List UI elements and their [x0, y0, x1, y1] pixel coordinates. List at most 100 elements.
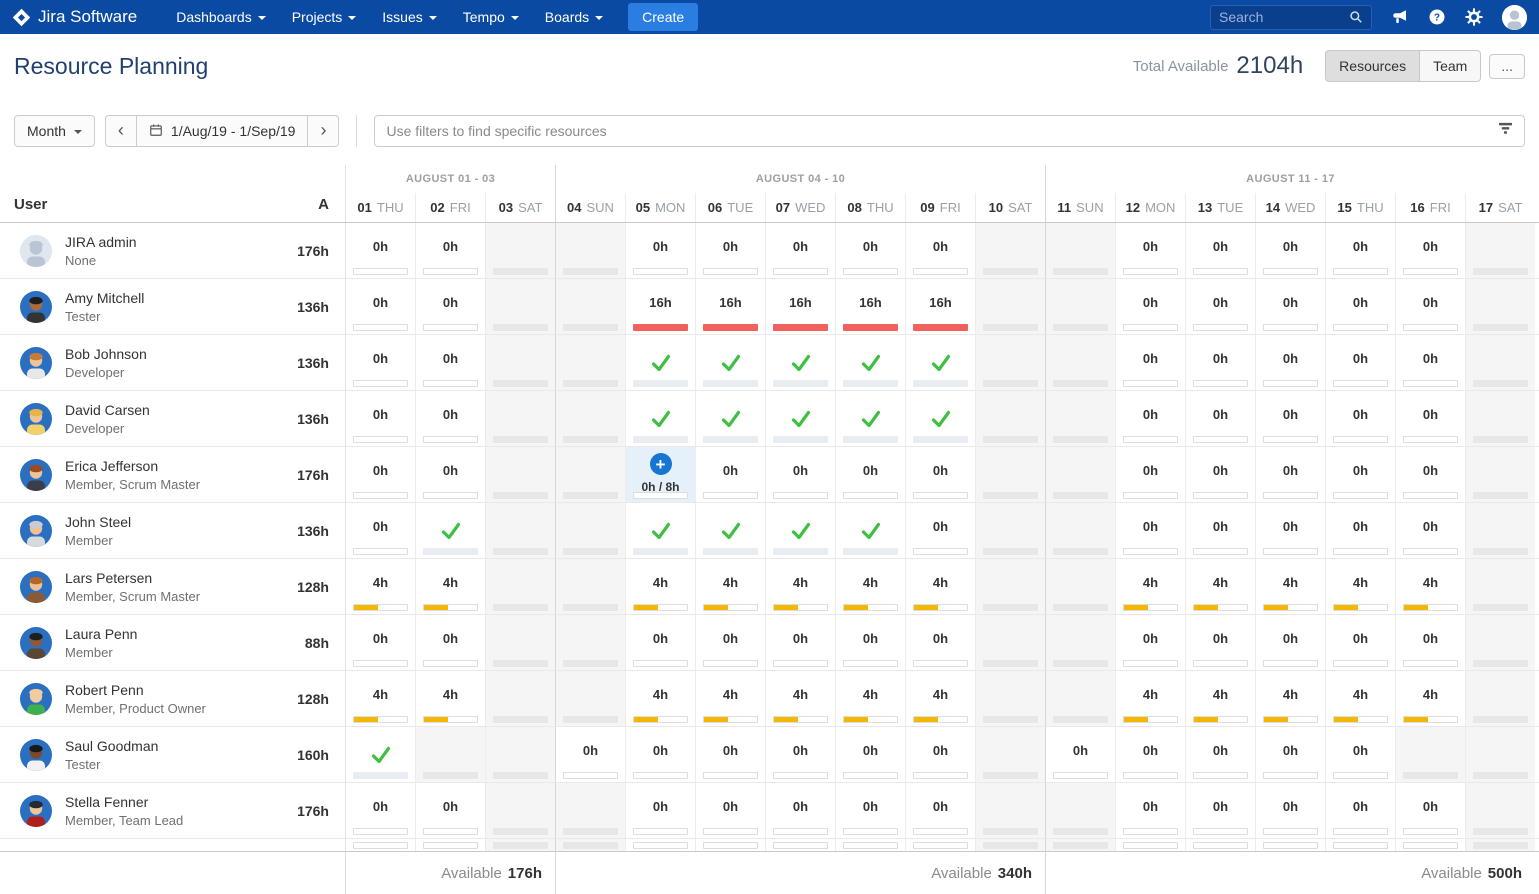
day-cell[interactable]: 0h [765, 447, 835, 502]
profile-avatar[interactable] [1502, 5, 1527, 30]
day-cell[interactable]: 0h [1115, 223, 1185, 278]
day-cell[interactable] [555, 335, 625, 390]
day-cell[interactable]: 4h [1255, 559, 1325, 614]
day-cell[interactable] [555, 783, 625, 838]
day-cell[interactable]: 0h [695, 447, 765, 502]
day-cell[interactable]: 0h [1115, 279, 1185, 334]
day-cell[interactable]: 0h [1115, 727, 1185, 782]
day-cell[interactable]: 4h [1115, 671, 1185, 726]
day-cell[interactable] [485, 615, 555, 670]
day-cell[interactable]: 4h [625, 559, 695, 614]
day-cell[interactable] [1395, 727, 1465, 782]
day-cell[interactable]: 0h [1325, 727, 1395, 782]
day-cell[interactable]: 0h [1325, 279, 1395, 334]
day-cell[interactable] [485, 223, 555, 278]
day-cell[interactable]: 0h [1255, 783, 1325, 838]
day-cell[interactable]: 0h [345, 223, 415, 278]
day-cell[interactable]: 16h [695, 279, 765, 334]
day-cell[interactable]: 0h [835, 223, 905, 278]
day-cell[interactable] [345, 727, 415, 782]
resources-view-button[interactable]: Resources [1325, 50, 1420, 82]
user-cell[interactable]: Laura Penn Member 88h [0, 615, 345, 670]
team-view-button[interactable]: Team [1420, 50, 1481, 82]
day-cell[interactable]: 0h [345, 615, 415, 670]
day-cell[interactable]: 0h [1115, 447, 1185, 502]
user-cell[interactable]: John Steel Member 136h [0, 503, 345, 558]
search-input[interactable] [1219, 9, 1349, 25]
day-cell[interactable]: 0h [1325, 615, 1395, 670]
day-cell[interactable] [975, 671, 1045, 726]
day-cell[interactable] [835, 335, 905, 390]
day-cell[interactable]: 16h [625, 279, 695, 334]
day-cell[interactable]: 0h [1255, 279, 1325, 334]
day-cell[interactable]: 0h [345, 783, 415, 838]
day-cell[interactable]: 0h [1325, 503, 1395, 558]
day-cell[interactable] [555, 503, 625, 558]
day-cell[interactable]: 0h [905, 615, 975, 670]
day-cell[interactable] [975, 223, 1045, 278]
day-cell[interactable] [485, 559, 555, 614]
day-cell[interactable]: 0h [625, 783, 695, 838]
day-cell[interactable] [1465, 671, 1535, 726]
day-cell[interactable]: 0h [1255, 727, 1325, 782]
day-cell[interactable]: 0h [1255, 447, 1325, 502]
day-cell[interactable]: 0h [695, 223, 765, 278]
day-cell[interactable]: 0h [1185, 615, 1255, 670]
day-cell[interactable]: 0h [345, 503, 415, 558]
help-icon[interactable]: ? [1428, 8, 1446, 26]
day-cell[interactable]: 0h [415, 783, 485, 838]
day-cell[interactable]: 0h [835, 727, 905, 782]
day-cell[interactable] [625, 503, 695, 558]
day-cell[interactable] [1465, 447, 1535, 502]
day-cell[interactable] [1045, 223, 1115, 278]
day-cell[interactable]: 0h [1045, 727, 1115, 782]
megaphone-icon[interactable] [1391, 8, 1409, 26]
day-cell[interactable]: 0h [1395, 615, 1465, 670]
user-cell[interactable]: Saul Goodman Tester 160h [0, 727, 345, 782]
day-cell[interactable]: 0h [835, 447, 905, 502]
day-cell[interactable] [555, 223, 625, 278]
day-cell[interactable]: 0h [1325, 783, 1395, 838]
day-cell[interactable] [975, 279, 1045, 334]
jira-logo[interactable]: Jira Software [12, 7, 137, 27]
day-cell[interactable]: 4h [1185, 559, 1255, 614]
period-dropdown[interactable]: Month [14, 115, 95, 147]
day-cell[interactable]: 4h [1255, 671, 1325, 726]
day-cell[interactable]: 0h [1395, 335, 1465, 390]
day-cell[interactable]: 4h [345, 559, 415, 614]
day-cell[interactable]: 0h [1255, 615, 1325, 670]
day-cell[interactable]: 0h [695, 615, 765, 670]
day-cell[interactable]: 0h [1255, 335, 1325, 390]
day-cell[interactable]: 0h [1395, 223, 1465, 278]
day-cell[interactable]: 0h [1325, 447, 1395, 502]
day-cell[interactable]: 0h [415, 223, 485, 278]
day-cell[interactable]: 0h [555, 727, 625, 782]
day-cell[interactable]: 0h [1185, 783, 1255, 838]
day-cell[interactable]: 0h [1185, 503, 1255, 558]
day-cell[interactable]: 0h [1395, 447, 1465, 502]
day-cell[interactable] [625, 391, 695, 446]
day-cell[interactable] [415, 503, 485, 558]
day-cell[interactable] [765, 503, 835, 558]
search-box[interactable] [1210, 5, 1372, 30]
prev-period-button[interactable]: ‹ [105, 115, 137, 147]
day-cell[interactable]: 4h [1395, 671, 1465, 726]
day-cell[interactable]: 4h [905, 559, 975, 614]
day-cell[interactable] [975, 391, 1045, 446]
day-cell[interactable] [555, 615, 625, 670]
day-cell[interactable] [975, 447, 1045, 502]
day-cell[interactable]: 0h [415, 447, 485, 502]
day-cell[interactable]: 0h [905, 503, 975, 558]
day-cell[interactable]: 16h [905, 279, 975, 334]
day-cell[interactable]: 0h [1255, 391, 1325, 446]
day-cell[interactable]: 0h [1255, 503, 1325, 558]
day-cell[interactable] [835, 391, 905, 446]
day-cell[interactable]: 0h [1395, 279, 1465, 334]
day-cell[interactable]: 4h [835, 559, 905, 614]
nav-menu-boards[interactable]: Boards [545, 9, 603, 25]
day-cell[interactable] [485, 391, 555, 446]
user-cell[interactable]: David Carsen Developer 136h [0, 391, 345, 446]
day-cell[interactable] [485, 503, 555, 558]
day-cell[interactable] [765, 391, 835, 446]
day-cell[interactable] [485, 447, 555, 502]
